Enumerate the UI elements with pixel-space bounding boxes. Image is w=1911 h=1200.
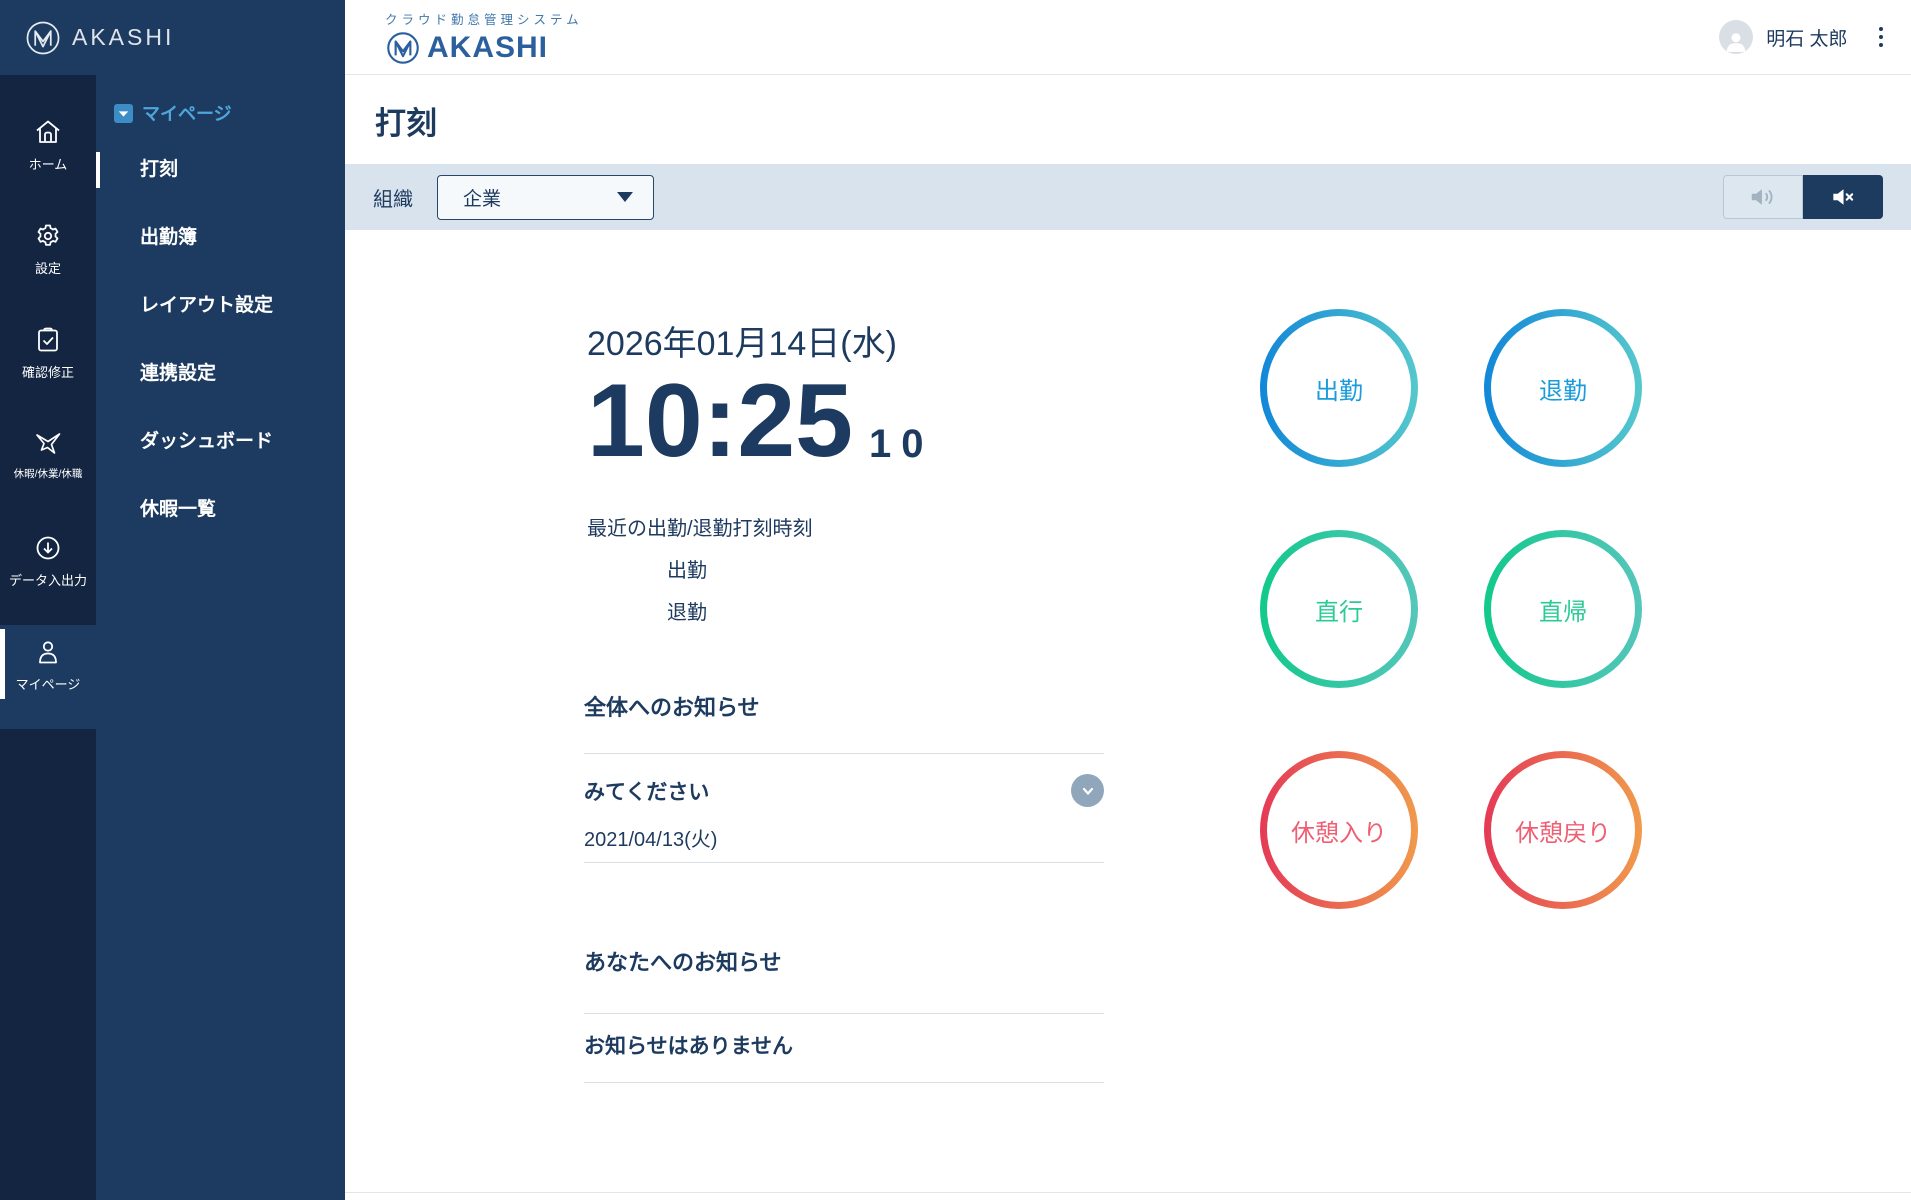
avatar-person-icon <box>1723 28 1749 54</box>
current-time: 10:25 <box>587 369 853 473</box>
current-date: 2026年01月14日(水) <box>587 316 934 365</box>
chevron-down-square-icon[interactable] <box>114 104 133 123</box>
stamp-buttons: 出勤 退勤 直行 直帰 休憩入り 休憩戻り <box>1260 309 1642 909</box>
recent-clock-out-label: 退勤 <box>667 602 707 624</box>
gear-icon <box>33 221 63 251</box>
org-select-value: 企業 <box>463 184 501 211</box>
recent-stamp-times: 最近の出勤/退勤打刻時刻 出勤 退勤 <box>587 512 813 625</box>
page-title: 打刻 <box>375 98 437 143</box>
sidebar-section-mypage[interactable]: マイページ <box>114 100 345 126</box>
sidebar-nav: 打刻 出勤簿 レイアウト設定 連携設定 ダッシュボード 休暇一覧 <box>96 154 345 526</box>
stamp-button-label: 休憩入り <box>1291 813 1387 848</box>
akashi-mark-icon <box>24 19 62 57</box>
divider <box>584 1082 1104 1083</box>
stamp-button-label: 直帰 <box>1539 592 1587 627</box>
icon-rail: ホーム 設定 確認修正 休暇/休業/休職 データ入出力 <box>0 75 96 1200</box>
rail-item-label: 設定 <box>35 258 61 277</box>
notice-row: みてください <box>584 774 1104 807</box>
header: クラウド勤怠管理システム AKASHI 明石 太郎 <box>345 0 1911 75</box>
stamp-direct-go-button[interactable]: 直行 <box>1260 530 1418 688</box>
akashi-mark-icon <box>385 30 421 66</box>
sidebar-item-label: 打刻 <box>140 159 178 180</box>
sidebar-item-leave-list[interactable]: 休暇一覧 <box>96 494 345 526</box>
personal-notices-title: あなたへのお知らせ <box>584 945 1104 977</box>
kebab-menu-icon[interactable] <box>1875 23 1888 52</box>
speaker-on-icon <box>1748 184 1778 210</box>
speaker-mute-icon <box>1828 184 1858 210</box>
sidebar-item-label: 連携設定 <box>140 363 216 384</box>
header-user-area: 明石 太郎 <box>1719 20 1887 54</box>
sidebar-logo-text: AKASHI <box>72 24 174 51</box>
home-icon <box>33 117 63 147</box>
rail-item-confirm-correct[interactable]: 確認修正 <box>0 313 96 417</box>
org-select[interactable]: 企業 <box>437 175 654 220</box>
sidebar-item-layout-settings[interactable]: レイアウト設定 <box>96 290 345 322</box>
rail-item-mypage[interactable]: マイページ <box>0 625 96 729</box>
chevron-down-circle-icon <box>1080 783 1096 799</box>
divider <box>584 753 1104 754</box>
rail-item-label: 確認修正 <box>22 362 74 381</box>
sidebar-item-dakoku[interactable]: 打刻 <box>96 154 345 186</box>
footer-divider <box>345 1192 1911 1193</box>
avatar[interactable] <box>1719 20 1753 54</box>
notice-date: 2021/04/13(火) <box>584 823 1104 852</box>
sidebar-item-attendance-book[interactable]: 出勤簿 <box>96 222 345 254</box>
toolbar: 組織 企業 <box>345 164 1911 230</box>
header-logo[interactable]: クラウド勤怠管理システム AKASHI <box>385 9 583 66</box>
stamp-clock-in-button[interactable]: 出勤 <box>1260 309 1418 467</box>
recent-clock-out-row: 退勤 <box>587 596 813 625</box>
sound-toggle <box>1723 175 1883 219</box>
stamp-button-label: 出勤 <box>1315 371 1363 406</box>
rail-item-leave[interactable]: 休暇/休業/休職 <box>0 417 96 521</box>
divider <box>584 1013 1104 1014</box>
sidebar-item-label: レイアウト設定 <box>140 295 273 316</box>
sidebar-item-dashboard[interactable]: ダッシュボード <box>96 426 345 458</box>
stamp-clock-out-button[interactable]: 退勤 <box>1484 309 1642 467</box>
sidebar: マイページ 打刻 出勤簿 レイアウト設定 連携設定 ダッシュボード 休暇一覧 <box>96 75 345 1200</box>
recent-clock-in-label: 出勤 <box>667 560 707 582</box>
notices: 全体へのお知らせ みてください 2021/04/13(火) あなたへのお知らせ … <box>584 690 1104 1083</box>
sidebar-logo: AKASHI <box>0 0 345 75</box>
user-icon <box>33 637 63 667</box>
stamp-break-start-button[interactable]: 休憩入り <box>1260 751 1418 909</box>
recent-clock-in-row: 出勤 <box>587 554 813 583</box>
stamp-direct-return-button[interactable]: 直帰 <box>1484 530 1642 688</box>
rail-item-label: ホーム <box>29 154 68 173</box>
sidebar-item-label: ダッシュボード <box>140 431 273 452</box>
app-root: AKASHI ホーム 設定 確認修正 休暇/休業/休職 <box>0 0 1911 1200</box>
stamp-button-label: 休憩戻り <box>1515 813 1611 848</box>
caret-down-icon <box>617 192 633 202</box>
rail-item-home[interactable]: ホーム <box>0 105 96 209</box>
user-name[interactable]: 明石 太郎 <box>1766 24 1847 51</box>
sound-mute-button[interactable] <box>1803 175 1883 219</box>
rail-item-label: データ入出力 <box>9 570 87 589</box>
bird-icon <box>33 429 63 459</box>
notice-expand-button[interactable] <box>1071 774 1104 807</box>
rail-item-label: 休暇/休業/休職 <box>14 466 83 481</box>
stamp-button-label: 直行 <box>1315 592 1363 627</box>
sidebar-section-label: マイページ <box>142 100 232 126</box>
clipboard-check-icon <box>33 325 63 355</box>
sidebar-item-label: 出勤簿 <box>140 227 197 248</box>
sidebar-item-label: 休暇一覧 <box>140 499 216 520</box>
recent-stamp-title: 最近の出勤/退勤打刻時刻 <box>587 512 813 541</box>
sidebar-item-link-settings[interactable]: 連携設定 <box>96 358 345 390</box>
current-seconds: 10 <box>869 422 934 473</box>
divider <box>584 862 1104 863</box>
company-notices-title: 全体へのお知らせ <box>584 690 1104 722</box>
header-logo-text: AKASHI <box>427 31 548 65</box>
rail-item-label: マイページ <box>16 674 81 693</box>
stamp-button-label: 退勤 <box>1539 371 1587 406</box>
rail-item-data-io[interactable]: データ入出力 <box>0 521 96 625</box>
notice-title: みてください <box>584 776 709 806</box>
download-icon <box>33 533 63 563</box>
stamp-break-end-button[interactable]: 休憩戻り <box>1484 751 1642 909</box>
personal-notices-empty: お知らせはありません <box>584 1030 1104 1060</box>
org-label: 組織 <box>373 183 413 212</box>
clock-block: 2026年01月14日(水) 10:25 10 <box>587 316 934 473</box>
header-tagline: クラウド勤怠管理システム <box>385 9 583 28</box>
rail-item-settings[interactable]: 設定 <box>0 209 96 313</box>
sound-on-button[interactable] <box>1723 175 1803 219</box>
